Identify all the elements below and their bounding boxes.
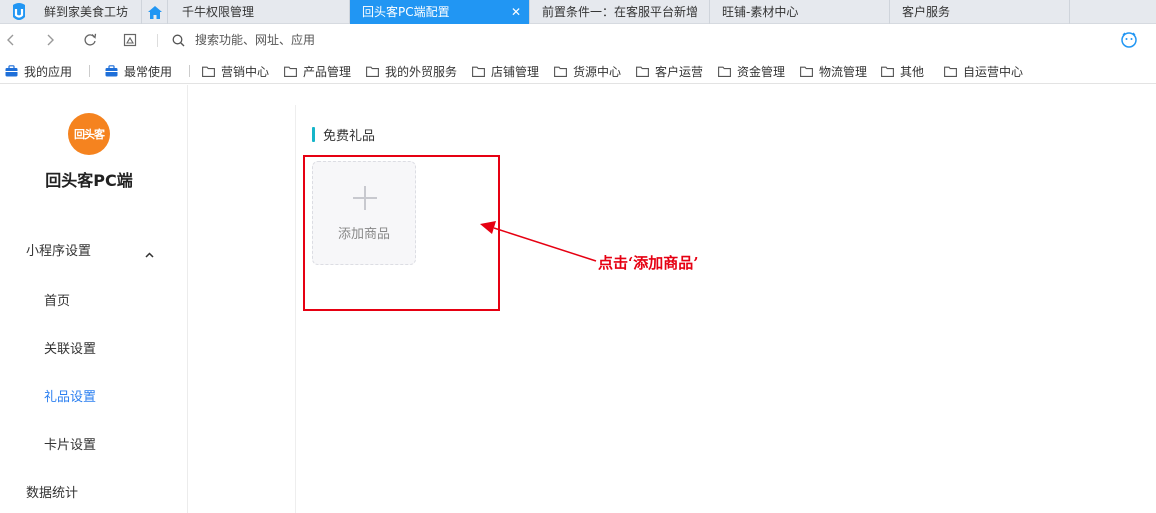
- annotation-arrow: [480, 221, 597, 262]
- annotation-text: 点击‘添加商品’: [598, 254, 699, 272]
